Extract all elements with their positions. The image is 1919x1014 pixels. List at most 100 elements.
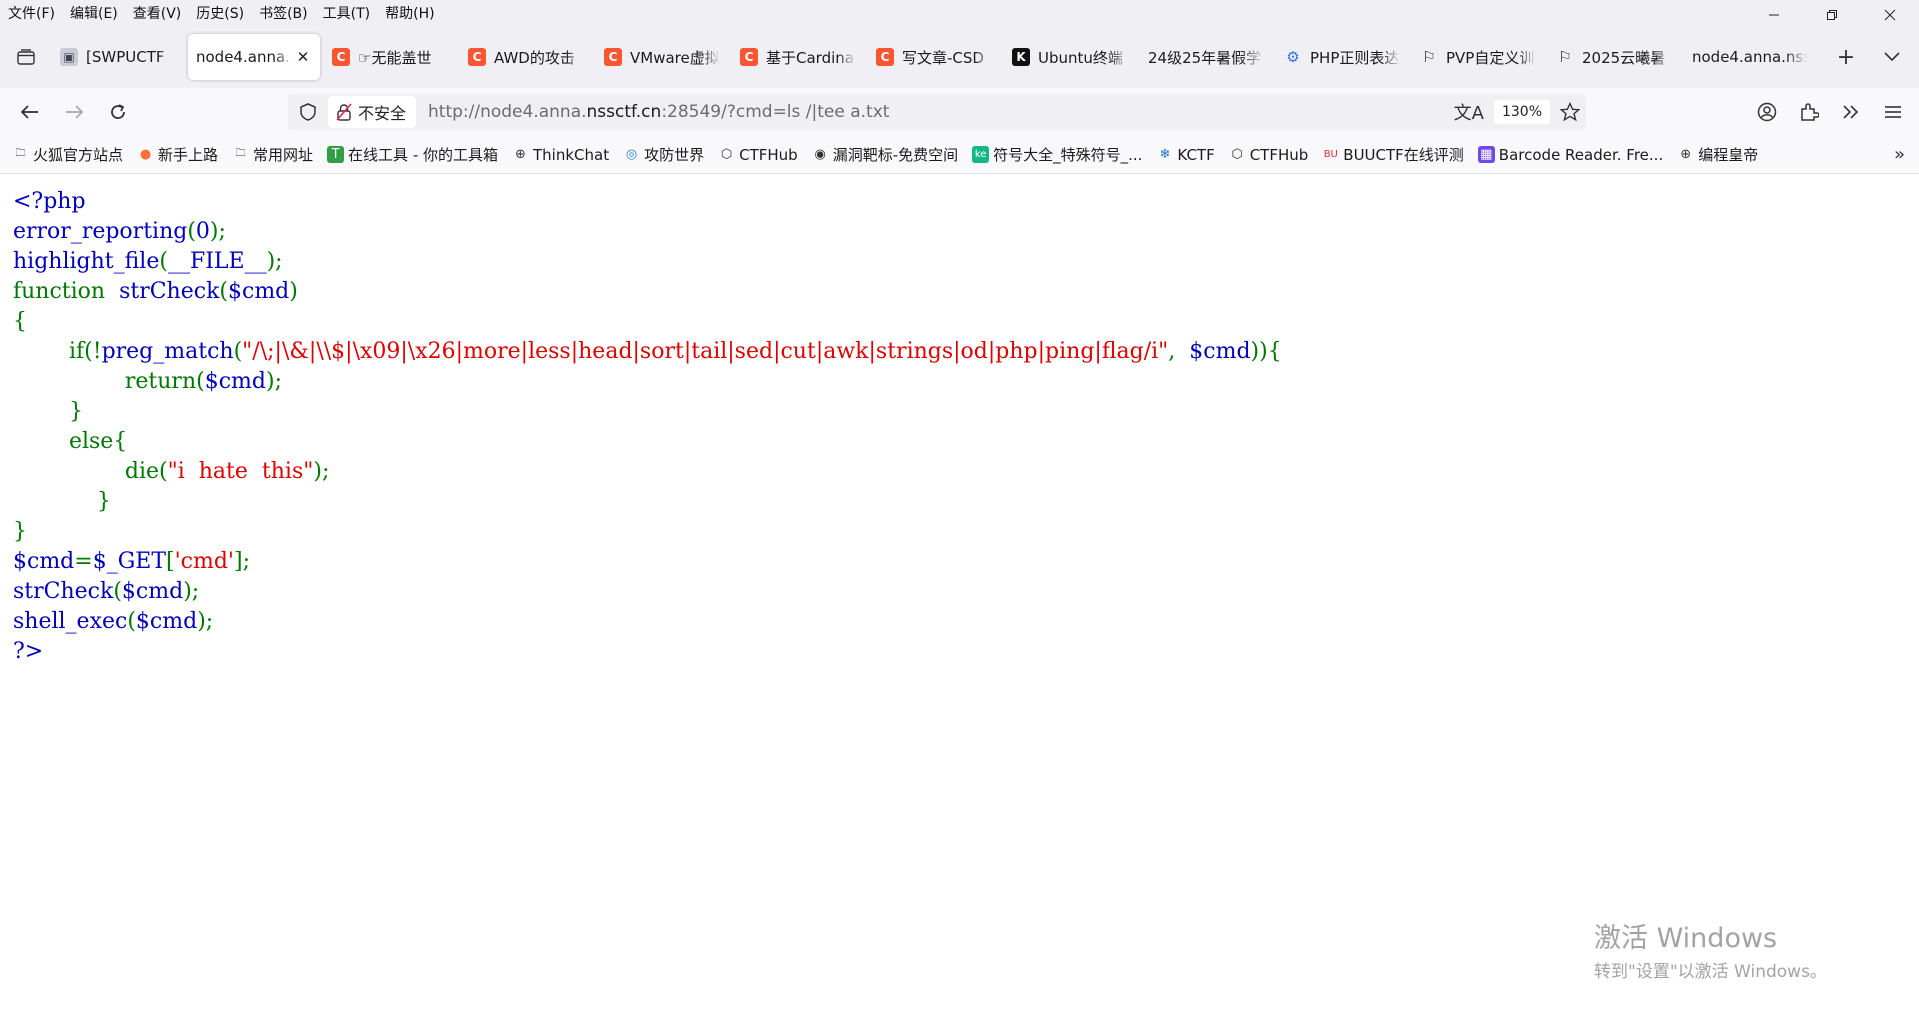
bookmark-item[interactable]: 🗀 常用网址 [232, 144, 314, 165]
bookmark-star-icon[interactable] [1560, 102, 1580, 122]
csdn-icon: C [604, 48, 622, 66]
tracking-protection-shield-icon[interactable] [288, 103, 328, 121]
vm-icon: ▣ [60, 48, 78, 66]
hamburger-menu-icon[interactable] [1875, 94, 1911, 130]
code-line: else{ [13, 429, 128, 454]
tab-label: node4.anna.nss [1692, 48, 1808, 66]
tab-label: Ubuntu终端 [1038, 48, 1123, 67]
menu-item[interactable]: 编辑(E) [69, 3, 126, 23]
menu-item[interactable]: 书签(B) [258, 3, 316, 23]
bookmark-item[interactable]: ● 新手上路 [137, 144, 218, 165]
buu-icon: BU [1323, 149, 1338, 160]
bookmark-item[interactable]: BU BUUCTF在线评测 [1322, 144, 1464, 165]
code-line: { [13, 309, 27, 334]
adworld-icon: ◎ [625, 147, 638, 162]
zoom-level-badge[interactable]: 130% [1493, 100, 1550, 124]
tab[interactable]: C 写文章-CSD [868, 34, 1000, 80]
account-icon[interactable] [1749, 94, 1785, 130]
tab-label: PVP自定义训 [1446, 48, 1535, 67]
bookmark-item[interactable]: ▦ Barcode Reader. Fre... [1477, 146, 1663, 164]
tab-label: VMware虚拟 [630, 48, 720, 67]
close-tab-icon[interactable]: ✕ [294, 48, 312, 66]
bookmarks-overflow-icon[interactable]: » [1894, 144, 1905, 165]
list-all-tabs-icon[interactable] [1875, 40, 1909, 74]
url-bar[interactable]: 不安全 http://node4.anna.nssctf.cn:28549/?c… [288, 94, 1586, 130]
csdn-icon: C [468, 48, 486, 66]
csdn-icon: C [332, 48, 350, 66]
menu-item[interactable]: 文件(F) [7, 3, 63, 23]
bookmark-item[interactable]: ⬡ CTFHub [1229, 146, 1309, 164]
code-line: shell_exec($cmd); [13, 609, 214, 634]
bookmark-label: ThinkChat [533, 145, 610, 164]
tab[interactable]: node4.anna.nss [1684, 34, 1816, 80]
tab-label: 基于Cardina [766, 48, 854, 67]
bookmark-item[interactable]: ⬡ CTFHub [718, 146, 798, 164]
flag-icon: ⚐ [1422, 48, 1436, 66]
folder-icon: 🗀 [15, 148, 26, 159]
menu-item[interactable]: 历史(S) [195, 3, 252, 23]
bookmark-item[interactable]: ⊕ 编程皇帝 [1677, 144, 1758, 165]
menu-item[interactable]: 工具(T) [322, 3, 378, 23]
tab-label: ☞无能盖世 [358, 48, 432, 67]
tab[interactable]: 24级25年暑假学 [1140, 34, 1272, 80]
tab-label: 24级25年暑假学 [1148, 48, 1262, 67]
insecure-lock-icon [336, 103, 352, 121]
tab[interactable]: K Ubuntu终端 [1004, 34, 1136, 80]
tab[interactable]: ⚐ PVP自定义训 [1412, 34, 1544, 80]
tab[interactable]: ⚐ 2025云曦暑 [1548, 34, 1680, 80]
csdn-icon: C [876, 48, 894, 66]
tab-overview-icon[interactable] [0, 35, 52, 79]
new-tab-icon[interactable]: + [1829, 40, 1863, 74]
extensions-icon[interactable] [1791, 94, 1827, 130]
tab[interactable]: C 基于Cardina [732, 34, 864, 80]
menubar: 文件(F) 编辑(E) 查看(V) 历史(S) 书签(B) 工具(T) 帮助(H) [0, 0, 1919, 26]
bookmark-label: 攻防世界 [644, 146, 705, 164]
bookmark-label: 漏洞靶标-免费空间 [832, 146, 959, 164]
code-line: strCheck($cmd); [13, 579, 200, 604]
tab[interactable]: C VMware虚拟 [596, 34, 728, 80]
bookmark-item[interactable]: ke 符号大全_特殊符号_... [972, 144, 1142, 165]
bookmark-item[interactable]: T 在线工具 - 你的工具箱 [327, 144, 498, 165]
menu-item[interactable]: 帮助(H) [384, 3, 442, 23]
url-text[interactable]: http://node4.anna.nssctf.cn:28549/?cmd=l… [428, 102, 889, 122]
tab-label: 写文章-CSD [902, 48, 984, 67]
watermark-title: 激活 Windows [1594, 923, 1778, 954]
bookmark-label: 火狐官方站点 [33, 146, 124, 164]
tab[interactable]: C ☞无能盖世 [324, 34, 456, 80]
tab-label: node4.anna. [196, 48, 290, 66]
code-line: } [13, 489, 111, 514]
code-line: ?> [13, 639, 44, 664]
code-line: <?php [13, 189, 86, 214]
bookmark-label: KCTF [1177, 145, 1215, 164]
bookmark-label: 符号大全_特殊符号_... [993, 146, 1143, 164]
code-line: highlight_file(__FILE__); [13, 249, 283, 274]
bookmark-label: 常用网址 [253, 146, 314, 164]
bookmark-item[interactable]: ◎ 攻防世界 [623, 144, 704, 165]
bookmark-item[interactable]: ⊕ ThinkChat [512, 146, 609, 164]
menu-item[interactable]: 查看(V) [132, 3, 190, 23]
tab[interactable]: ▣ [SWPUCTF [52, 34, 184, 80]
globe-icon: ⊕ [515, 147, 526, 162]
overflow-chevron-icon[interactable] [1833, 94, 1869, 130]
forward-icon[interactable] [56, 94, 92, 130]
code-line: $cmd=$_GET['cmd']; [13, 549, 250, 574]
bookmark-item[interactable]: 🗀 火狐官方站点 [12, 144, 124, 165]
bookmark-item[interactable]: ◉ 漏洞靶标-免费空间 [812, 144, 959, 165]
translate-icon[interactable]: 文A [1454, 99, 1484, 125]
insecure-connection-badge[interactable]: 不安全 [328, 96, 417, 128]
bookmark-label: 在线工具 - 你的工具箱 [348, 146, 498, 164]
bookmarks-toolbar: 🗀 火狐官方站点 ● 新手上路 🗀 常用网址 T 在线工具 - 你的工具箱 ⊕ ThinkChat… [0, 136, 1919, 174]
back-icon[interactable] [12, 94, 48, 130]
bookmark-label: 新手上路 [158, 146, 219, 164]
code-line: } [13, 399, 83, 424]
tab-strip: ▣ [SWPUCTF node4.anna. ✕ C ☞无能盖世 C AWD的攻击 C VMwar… [0, 26, 1919, 88]
reload-icon[interactable] [100, 94, 136, 130]
firefox-icon: ● [139, 147, 152, 162]
tab-label: PHP正则表达 [1310, 48, 1400, 67]
ke-icon: ke [972, 146, 990, 163]
tab-active[interactable]: node4.anna. ✕ [188, 34, 320, 80]
tab[interactable]: C AWD的攻击 [460, 34, 592, 80]
tab[interactable]: ⚙ PHP正则表达 [1276, 34, 1408, 80]
bookmark-item[interactable]: ❄ KCTF [1156, 146, 1214, 164]
code-line: function strCheck($cmd) [13, 279, 298, 304]
